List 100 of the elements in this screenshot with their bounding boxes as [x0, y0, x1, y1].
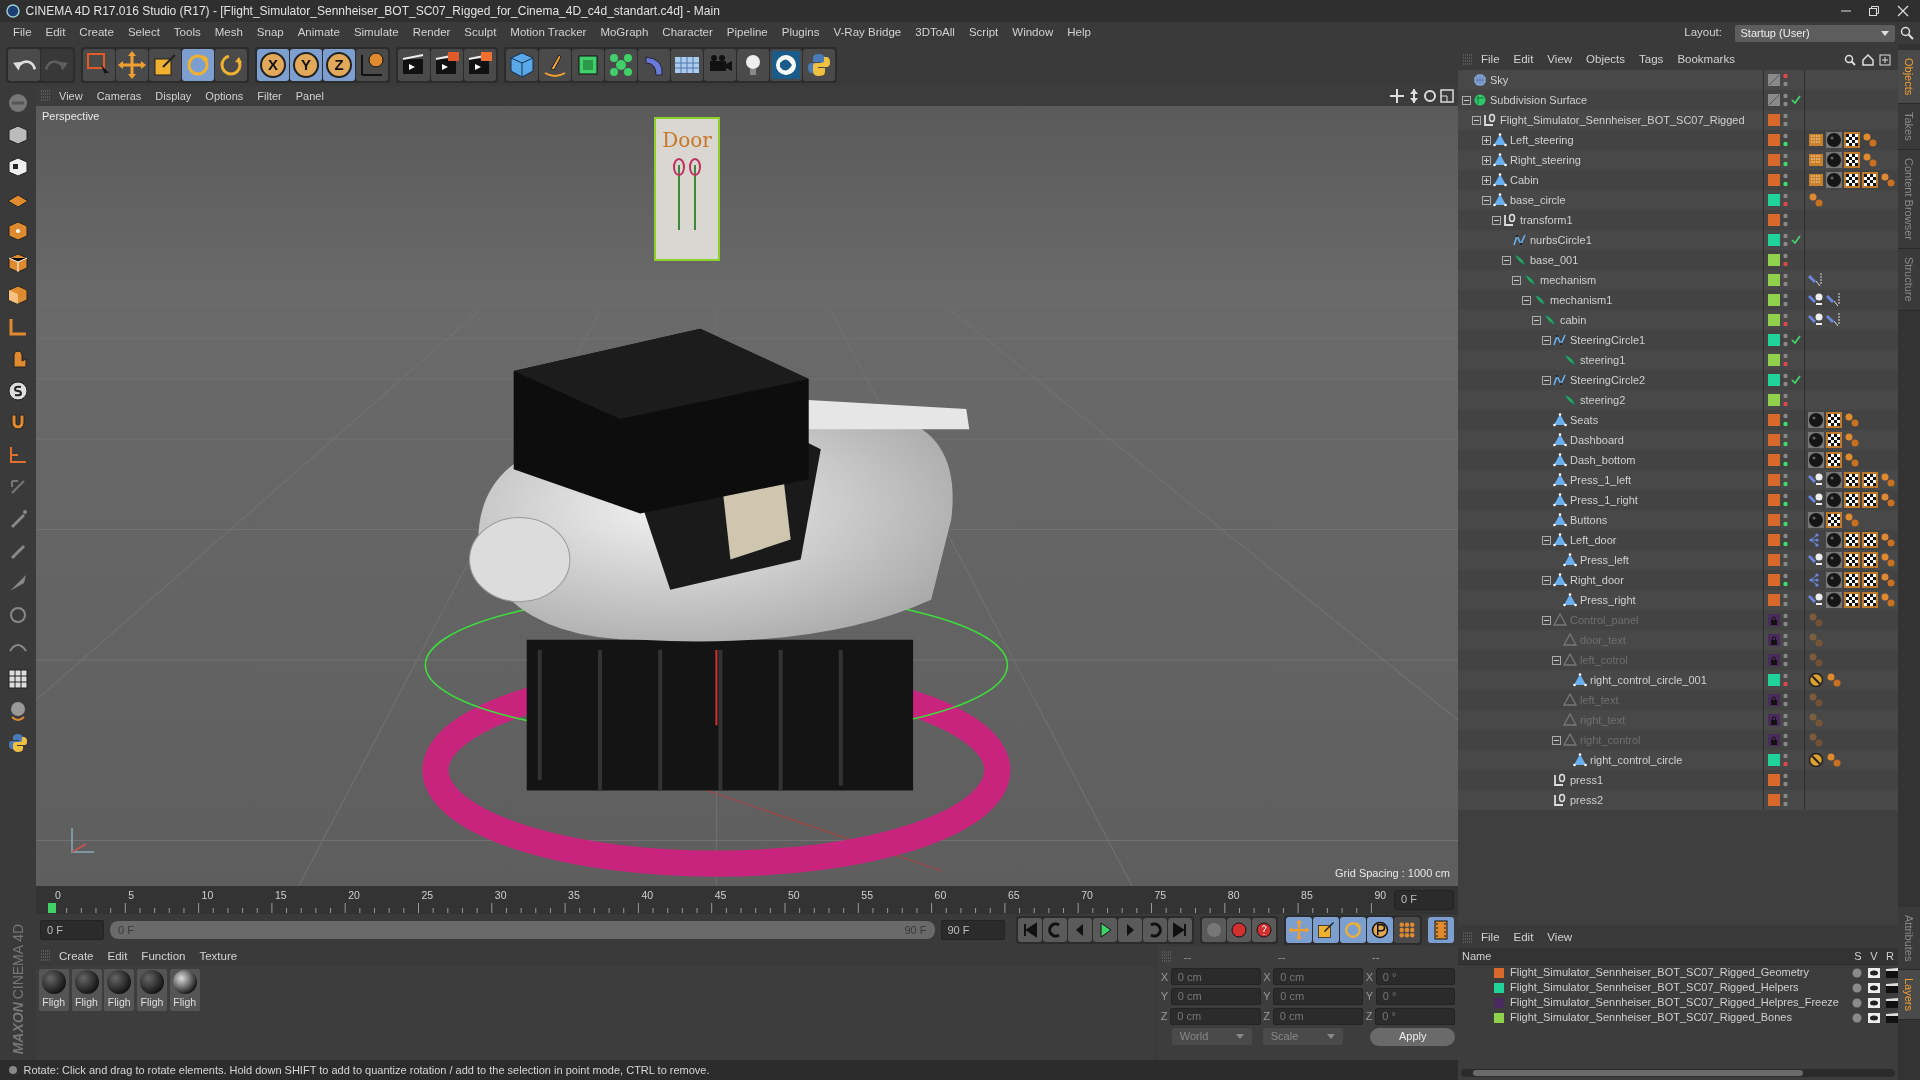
- panel-tab[interactable]: Layers: [1898, 969, 1920, 1020]
- phong-tag-icon[interactable]: [1826, 752, 1842, 768]
- object-row[interactable]: Left_door: [1458, 530, 1898, 550]
- visibility-dots-icon[interactable]: [1783, 293, 1788, 307]
- checker-tag-icon[interactable]: [1844, 472, 1860, 488]
- phong-tag-icon[interactable]: [1808, 192, 1824, 208]
- snap-icon[interactable]: [6, 379, 30, 403]
- maximize-view-icon[interactable]: [1440, 89, 1454, 103]
- visibility-dots-icon[interactable]: [1783, 333, 1788, 347]
- object-row[interactable]: mechanism: [1458, 270, 1898, 290]
- start-frame-field[interactable]: 0 F: [40, 920, 104, 941]
- restore-icon[interactable]: [1868, 5, 1880, 17]
- menu-item[interactable]: Render: [405, 24, 458, 42]
- object-row[interactable]: base_circle: [1458, 190, 1898, 210]
- render-clapper-icon[interactable]: [1886, 997, 1898, 1008]
- visibility-dots-icon[interactable]: [1783, 553, 1788, 567]
- visibility-dots-icon[interactable]: [1783, 93, 1788, 107]
- next-key-button[interactable]: [1143, 918, 1167, 943]
- layer-color-swatch[interactable]: [1768, 314, 1780, 326]
- collapse-toggle-icon[interactable]: [1542, 575, 1551, 585]
- layer-color-swatch[interactable]: [1768, 154, 1780, 166]
- checker-tag-icon[interactable]: [1862, 572, 1878, 588]
- layer-color-swatch[interactable]: [1768, 574, 1780, 586]
- layer-color-swatch[interactable]: [1768, 434, 1780, 446]
- checker-tag-icon[interactable]: [1844, 492, 1860, 508]
- object-row[interactable]: cabin: [1458, 310, 1898, 330]
- visibility-dots-icon[interactable]: [1783, 313, 1788, 327]
- material-tag-icon[interactable]: [1826, 172, 1842, 188]
- close-icon[interactable]: [1896, 5, 1909, 17]
- render-clapper-icon[interactable]: [1886, 967, 1898, 978]
- layer-color-swatch[interactable]: [1768, 494, 1780, 506]
- layer-color-swatch[interactable]: [1768, 794, 1780, 806]
- material-tag-icon[interactable]: [1808, 412, 1824, 428]
- layer-color-swatch[interactable]: [1768, 134, 1780, 146]
- motion-record-button[interactable]: [1202, 918, 1226, 943]
- visibility-dots-icon[interactable]: [1783, 493, 1788, 507]
- viewport-menu-item[interactable]: Cameras: [89, 87, 149, 105]
- layer-color-swatch[interactable]: [1768, 334, 1780, 346]
- layer-color-swatch[interactable]: [1768, 534, 1780, 546]
- material-tag-icon[interactable]: [1808, 512, 1824, 528]
- panel-tab[interactable]: Attributes: [1898, 906, 1920, 970]
- visibility-dots-icon[interactable]: [1783, 453, 1788, 467]
- panel-tab[interactable]: Objects: [1898, 50, 1920, 105]
- visibility-dots-icon[interactable]: [1783, 133, 1788, 147]
- checker-tag-icon[interactable]: [1844, 532, 1860, 548]
- object-row[interactable]: Cabin: [1458, 170, 1898, 190]
- collapse-toggle-icon[interactable]: [1532, 315, 1541, 325]
- visible-eye-icon[interactable]: [1868, 997, 1880, 1008]
- visibility-dots-icon[interactable]: [1783, 413, 1788, 427]
- visibility-dots-icon[interactable]: [1783, 433, 1788, 447]
- polygons-mode-icon[interactable]: [6, 283, 30, 307]
- panel-tab[interactable]: Structure: [1898, 249, 1920, 311]
- material-swatch[interactable]: Fligh: [38, 969, 69, 1011]
- checker-tag-icon[interactable]: [1844, 572, 1860, 588]
- orbit-icon[interactable]: [1423, 89, 1438, 103]
- layer-color-swatch[interactable]: [1768, 274, 1780, 286]
- object-row[interactable]: steering1: [1458, 350, 1898, 370]
- object-menu-item[interactable]: View: [1540, 51, 1580, 69]
- viewport-menu-item[interactable]: Filter: [250, 87, 289, 105]
- timeline-ruler[interactable]: 0 5 10 15 20 25 30 35 40 45 50 55 60 65 70 75 80 85 90 0 F: [36, 885, 1458, 914]
- menu-item[interactable]: File: [6, 24, 39, 42]
- menu-item[interactable]: Edit: [38, 24, 73, 42]
- object-row[interactable]: Press_left: [1458, 550, 1898, 570]
- cloner-button[interactable]: [605, 49, 637, 81]
- layer-color-swatch[interactable]: [1768, 374, 1780, 386]
- layer-row[interactable]: Flight_Simulator_Sennheiser_BOT_SC07_Rigged_Helpres_Freeze: [1458, 995, 1898, 1010]
- render-clapper-icon[interactable]: [1886, 1012, 1898, 1023]
- collapse-toggle-icon[interactable]: [1472, 115, 1481, 125]
- phong-tag-icon[interactable]: [1880, 472, 1896, 488]
- apply-button[interactable]: Apply: [1370, 1027, 1456, 1046]
- auto-key-button[interactable]: [1252, 918, 1276, 943]
- phong-tag-icon[interactable]: [1844, 512, 1860, 528]
- object-row[interactable]: Seats: [1458, 410, 1898, 430]
- viewport-menu-item[interactable]: View: [52, 87, 90, 105]
- material-swatch[interactable]: Fligh: [104, 969, 135, 1011]
- visibility-dots-icon[interactable]: [1783, 273, 1788, 287]
- menu-item[interactable]: Motion Tracker: [503, 24, 594, 42]
- expand-toggle-icon[interactable]: [1482, 135, 1491, 145]
- points-mode-icon[interactable]: [6, 219, 30, 243]
- visibility-dots-icon[interactable]: [1783, 393, 1788, 407]
- layer-row[interactable]: Flight_Simulator_Sennheiser_BOT_SC07_Rigged_Geometry: [1458, 965, 1898, 980]
- layer-color-swatch[interactable]: [1768, 774, 1780, 786]
- object-row[interactable]: Press_1_right: [1458, 490, 1898, 510]
- material-tag-icon[interactable]: [1826, 532, 1842, 548]
- visibility-dots-icon[interactable]: [1783, 353, 1788, 367]
- horizontal-scrollbar[interactable]: [1460, 1069, 1896, 1078]
- phong-tag-icon[interactable]: [1826, 672, 1842, 688]
- visibility-dots-icon[interactable]: [1783, 113, 1788, 127]
- solo-dot-icon[interactable]: [1852, 997, 1862, 1008]
- pen-button[interactable]: [539, 49, 571, 81]
- search-icon[interactable]: [1844, 54, 1857, 66]
- object-row[interactable]: Dash_bottom: [1458, 450, 1898, 470]
- visibility-dots-icon[interactable]: [1783, 473, 1788, 487]
- checker-tag-icon[interactable]: [1826, 432, 1842, 448]
- menu-item[interactable]: Sculpt: [457, 24, 504, 42]
- previous-key-button[interactable]: [1043, 918, 1067, 943]
- panel-tab[interactable]: Content Browser: [1898, 150, 1920, 249]
- viewport-menu-item[interactable]: Display: [148, 87, 199, 105]
- visibility-dots-icon[interactable]: [1783, 573, 1788, 587]
- material-menu-item[interactable]: Texture: [192, 947, 245, 966]
